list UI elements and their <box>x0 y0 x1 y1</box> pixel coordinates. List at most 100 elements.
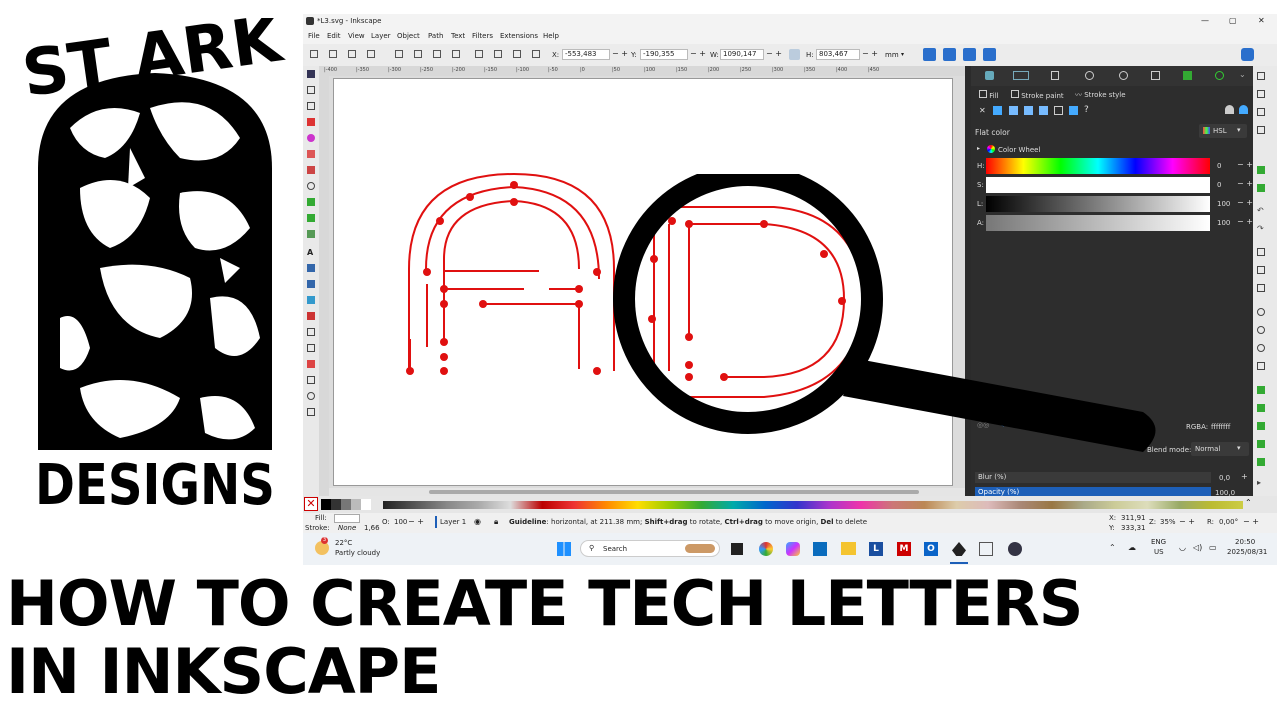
export-tab-icon[interactable] <box>1183 71 1192 80</box>
undo-icon[interactable]: ↶ <box>1257 206 1265 215</box>
keyboard-layout[interactable]: US <box>1154 548 1164 556</box>
mesh-gradient-icon[interactable] <box>1039 106 1048 115</box>
no-paint-icon[interactable]: ✕ <box>979 106 986 115</box>
gradient-tool-icon[interactable] <box>307 264 315 272</box>
no-color-swatch[interactable]: ✕ <box>304 497 318 511</box>
palette-swatches[interactable] <box>383 501 1243 509</box>
node-tool-icon[interactable] <box>307 86 315 94</box>
menu-help[interactable]: Help <box>543 32 559 40</box>
symbols-tab-icon[interactable] <box>1085 71 1094 80</box>
chrome-icon[interactable] <box>759 542 773 556</box>
expand-icon[interactable]: ▸ <box>1257 478 1265 487</box>
print-icon[interactable] <box>1257 126 1265 134</box>
3dbox-tool-icon[interactable] <box>307 166 315 174</box>
layers-icon[interactable] <box>1257 458 1265 466</box>
hue-value[interactable]: 0 <box>1217 162 1221 170</box>
export-icon[interactable] <box>1257 184 1265 192</box>
menu-text[interactable]: Text <box>451 32 465 40</box>
open-icon[interactable] <box>1257 90 1265 98</box>
connector-tool-icon[interactable] <box>307 360 315 368</box>
fill-stroke-tab-icon[interactable] <box>1013 71 1029 80</box>
zoom-page-icon[interactable] <box>1257 344 1265 352</box>
zoom-tool-icon[interactable] <box>307 392 315 400</box>
saturation-value[interactable]: 0 <box>1217 181 1221 189</box>
blend-mode-select[interactable]: Normal ▾ <box>1191 442 1249 456</box>
tab-stroke-style[interactable]: Stroke style <box>1084 91 1125 99</box>
deselect-icon[interactable] <box>348 50 356 58</box>
swatch[interactable] <box>351 499 361 510</box>
move-gradients-icon[interactable] <box>963 48 976 61</box>
x-stepper[interactable]: − + <box>612 49 628 58</box>
layers-tab-icon[interactable] <box>985 71 994 80</box>
rotation-value[interactable]: 0,00° <box>1219 518 1238 526</box>
paste-icon[interactable] <box>1257 284 1265 292</box>
saturation-stepper[interactable]: − + <box>1237 179 1253 188</box>
dropper-tool-icon[interactable] <box>307 296 315 304</box>
mesh-tool-icon[interactable] <box>307 280 315 288</box>
tab-fill[interactable]: Fill <box>989 92 998 100</box>
linear-gradient-icon[interactable] <box>1009 106 1018 115</box>
scale-stroke-icon[interactable] <box>923 48 936 61</box>
zoom-stepper[interactable]: − + <box>1179 517 1195 526</box>
flip-horizontal-icon[interactable] <box>414 50 422 58</box>
copilot-icon[interactable] <box>786 542 800 556</box>
raise-top-icon[interactable] <box>452 50 460 58</box>
zoom-drawing-icon[interactable] <box>1257 326 1265 334</box>
blur-stepper[interactable]: + <box>1241 472 1248 481</box>
rotation-stepper[interactable]: − + <box>1243 517 1259 526</box>
zoom-selection-icon[interactable] <box>1257 308 1265 316</box>
new-document-icon[interactable] <box>1257 72 1265 80</box>
clock-time[interactable]: 20:50 <box>1235 538 1255 546</box>
layer-name[interactable]: Layer 1 <box>440 518 466 526</box>
chevron-down-icon[interactable]: ⌄ <box>1239 70 1246 79</box>
x-field[interactable]: -553,483 <box>562 49 610 60</box>
tweak-tool-icon[interactable] <box>307 102 315 110</box>
scale-corners-icon[interactable] <box>943 48 956 61</box>
lock-status-icon[interactable]: 🔒︎ <box>494 517 498 527</box>
y-stepper[interactable]: − + <box>690 49 706 58</box>
document-props-icon[interactable] <box>1051 71 1059 80</box>
file-explorer-icon[interactable] <box>841 542 856 555</box>
swatch[interactable] <box>321 499 331 510</box>
w-field[interactable]: 1090,147 <box>720 49 764 60</box>
select-all-icon[interactable] <box>310 50 318 58</box>
maximize-button[interactable]: ▢ <box>1229 16 1237 25</box>
close-button[interactable]: ✕ <box>1258 16 1265 25</box>
h-field[interactable]: 803,467 <box>816 49 860 60</box>
y-field[interactable]: -190,355 <box>640 49 688 60</box>
tab-stroke-paint[interactable]: Stroke paint <box>1021 92 1063 100</box>
align-icon[interactable] <box>532 50 540 58</box>
find-tab-icon[interactable] <box>1119 71 1128 80</box>
menu-file[interactable]: File <box>308 32 320 40</box>
task-view-icon[interactable] <box>731 543 743 555</box>
swatch-icon[interactable] <box>1069 106 1078 115</box>
spray-tool-icon[interactable] <box>307 344 315 352</box>
menu-object[interactable]: Object <box>397 32 420 40</box>
text-font-icon[interactable] <box>1257 440 1265 448</box>
rotate-cw-icon[interactable] <box>395 50 403 58</box>
horizontal-scrollbar[interactable] <box>329 488 965 496</box>
radial-gradient-icon[interactable] <box>1024 106 1033 115</box>
spiral-tool-icon[interactable] <box>307 182 315 190</box>
blur-value[interactable]: 0,0 <box>1219 474 1230 482</box>
copy-icon[interactable] <box>1257 248 1265 256</box>
rectangle-tool-icon[interactable] <box>307 118 315 126</box>
gimp-icon[interactable] <box>979 542 993 556</box>
opacity-stepper-status[interactable]: − + <box>408 517 424 526</box>
align-tab-icon[interactable] <box>1151 71 1160 80</box>
unset-paint-icon[interactable]: ? <box>1084 105 1089 115</box>
paint-bucket-tool-icon[interactable] <box>307 312 315 320</box>
calligraphy-tool-icon[interactable] <box>307 230 315 238</box>
move-patterns-icon[interactable] <box>983 48 996 61</box>
menu-layer[interactable]: Layer <box>371 32 391 40</box>
ungroup-icon[interactable] <box>1257 404 1265 412</box>
pattern-icon[interactable] <box>1054 106 1063 115</box>
visibility-icon[interactable]: ◉ <box>474 517 481 526</box>
group-icon[interactable] <box>1257 386 1265 394</box>
app-l-icon[interactable]: L <box>869 542 883 556</box>
lower-bottom-icon[interactable] <box>513 50 521 58</box>
lightness-stepper[interactable]: − + <box>1237 198 1253 207</box>
pen-tool-icon[interactable] <box>307 198 315 206</box>
raise-icon[interactable] <box>475 50 483 58</box>
outlook-icon[interactable]: O <box>924 542 938 556</box>
